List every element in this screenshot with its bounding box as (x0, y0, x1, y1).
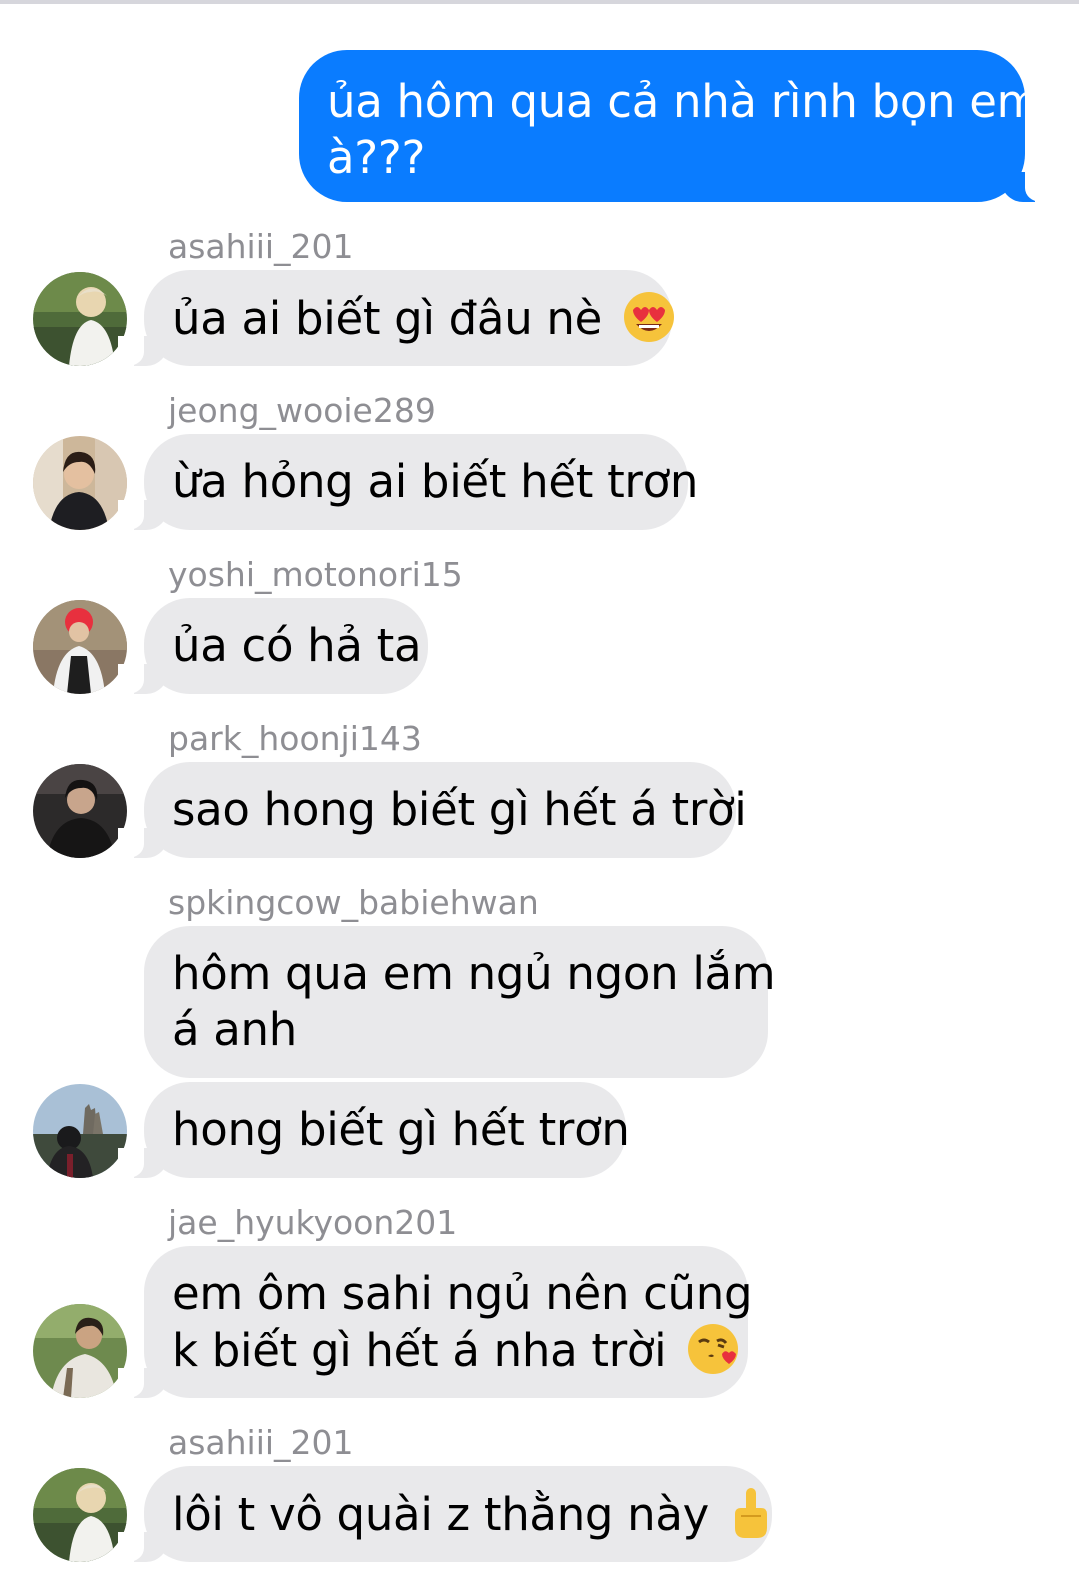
received-message-bubble[interactable]: sao hong biết gì hết á trời (118, 762, 747, 858)
message-text: sao hong biết gì hết á trời (172, 783, 747, 836)
message-text-line-1: em ôm sahi ngủ nên cũng (172, 1267, 753, 1320)
heart-eyes-emoji (622, 290, 676, 357)
avatar[interactable] (33, 1468, 127, 1562)
avatar[interactable] (33, 1304, 127, 1398)
sent-message-line-2: à??? (327, 131, 426, 184)
sender-name: spkingcow_babiehwan (168, 883, 539, 922)
sender-name: jae_hyukyoon201 (168, 1203, 458, 1242)
received-message-bubble[interactable]: ừa hỏng ai biết hết trơn (118, 434, 698, 530)
message-text: ủa ai biết gì đâu nè (172, 292, 603, 345)
received-message-bubble[interactable]: em ôm sahi ngủ nên cũng k biết gì hết á … (118, 1246, 753, 1398)
sender-name: jeong_wooie289 (168, 391, 436, 430)
received-message-bubble[interactable]: lôi t vô quài z thằng này (118, 1466, 773, 1562)
face-blowing-kiss-emoji (686, 1322, 740, 1389)
top-separator (0, 0, 1079, 4)
sender-name: asahiii_201 (168, 227, 354, 266)
sent-message-line-1: ủa hôm qua cả nhà rình bọn em (327, 75, 1041, 128)
message-text: lôi t vô quài z thằng này (172, 1488, 710, 1541)
received-message-bubble[interactable]: ủa có hả ta (118, 598, 428, 694)
avatar[interactable] (33, 600, 127, 694)
message-text: hong biết gì hết trơn (172, 1103, 630, 1156)
avatar[interactable] (33, 1084, 127, 1178)
sender-name: yoshi_motonori15 (168, 555, 463, 594)
sender-name: asahiii_201 (168, 1423, 354, 1462)
received-message-bubble[interactable]: hong biết gì hết trơn (118, 1082, 630, 1178)
sender-name: park_hoonji143 (168, 719, 422, 758)
avatar[interactable] (33, 436, 127, 530)
avatar[interactable] (33, 764, 127, 858)
avatar[interactable] (33, 272, 127, 366)
received-message-bubble[interactable]: hôm qua em ngủ ngon lắm á anh (144, 926, 776, 1078)
message-text: ủa có hả ta (172, 619, 422, 672)
message-text-line-2: á anh (172, 1003, 297, 1056)
message-text: ừa hỏng ai biết hết trơn (172, 455, 699, 508)
sent-message-bubble[interactable]: ủa hôm qua cả nhà rình bọn em à??? (299, 50, 1051, 202)
middle-finger-emoji (729, 1486, 773, 1553)
received-message-bubble[interactable]: ủa ai biết gì đâu nè (118, 270, 675, 366)
message-text-line-1: hôm qua em ngủ ngon lắm (172, 947, 776, 1000)
message-text-line-2: k biết gì hết á nha trời (172, 1324, 667, 1377)
